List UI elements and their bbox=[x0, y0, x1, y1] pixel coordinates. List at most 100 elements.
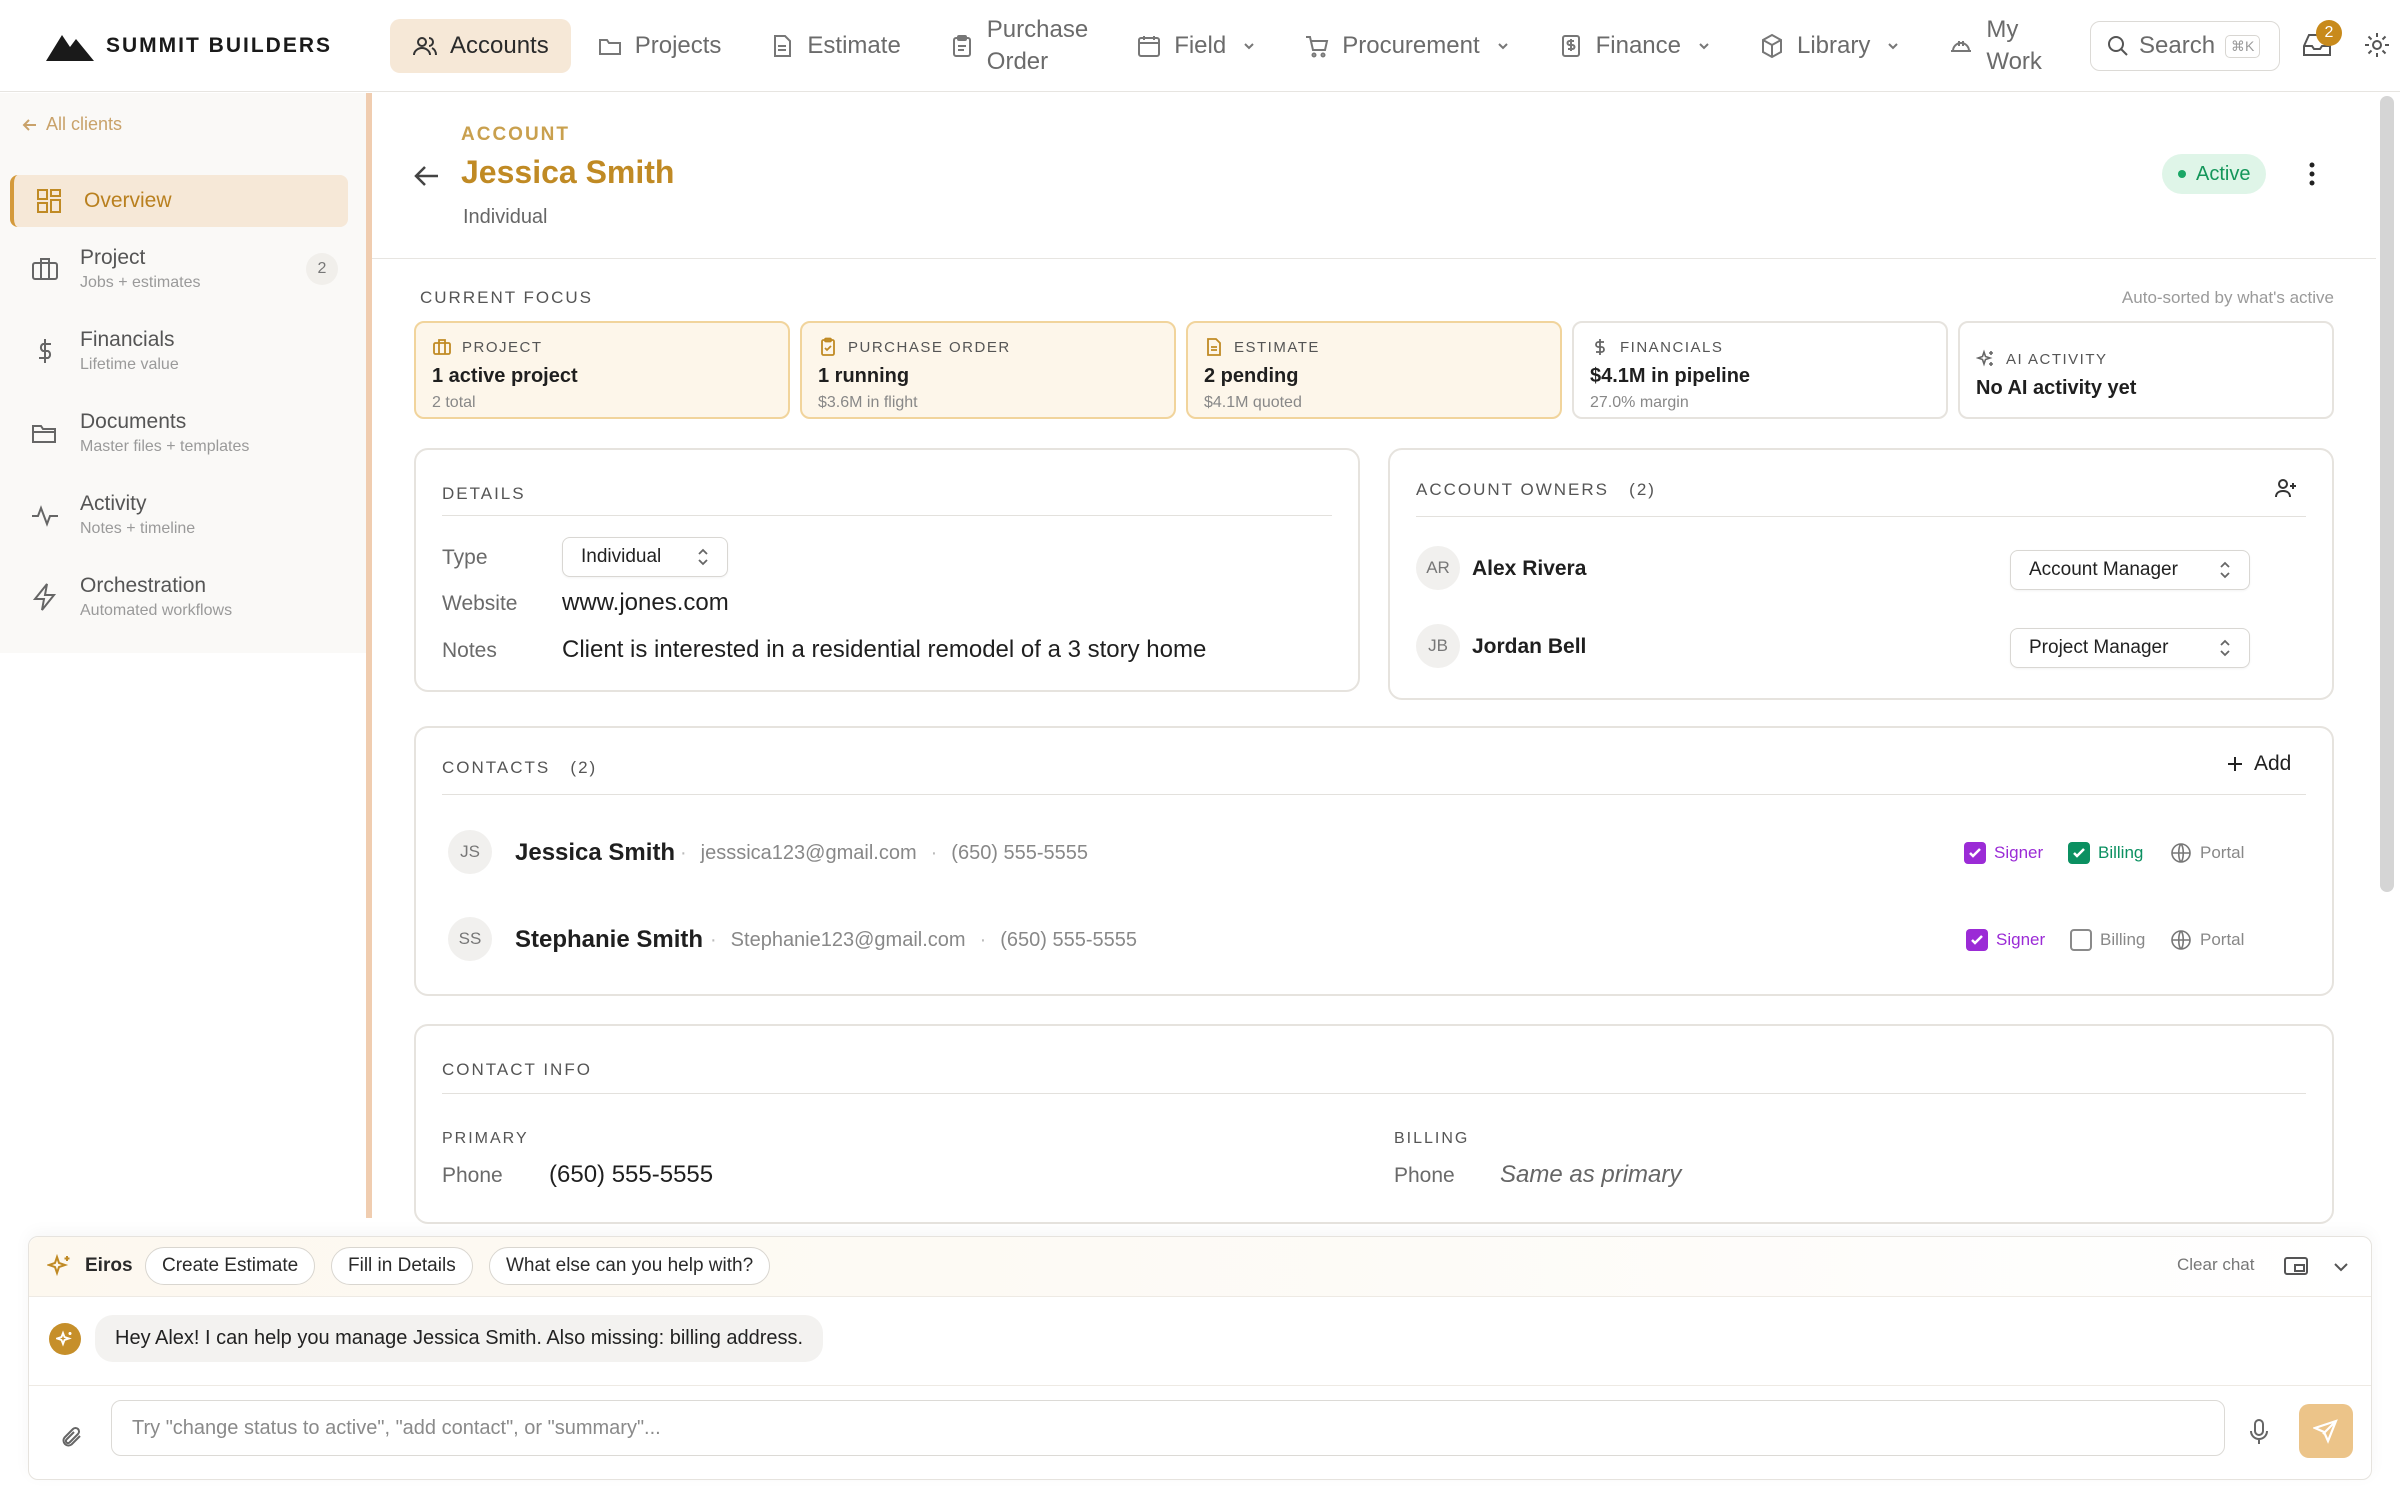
avatar: JB bbox=[1416, 624, 1460, 668]
contact-phone[interactable]: (650) 555-5555 bbox=[951, 842, 1088, 865]
sidebar-item-documents[interactable]: Documents Master files + templates bbox=[10, 410, 348, 456]
scrollbar-thumb[interactable] bbox=[2380, 96, 2394, 892]
focus-note: Auto-sorted by what's active bbox=[2121, 288, 2334, 307]
contact-email[interactable]: jesssica123@gmail.com bbox=[701, 842, 917, 865]
nav-procurement[interactable]: Procurement bbox=[1282, 19, 1531, 73]
focus-card-financials[interactable]: FINANCIALS $4.1M in pipeline 27.0% margi… bbox=[1572, 321, 1948, 419]
portal-label: Portal bbox=[2200, 843, 2245, 862]
current-focus-label: CURRENT FOCUS bbox=[420, 288, 594, 307]
search-button[interactable]: Search ⌘K bbox=[2090, 21, 2280, 71]
owner-role-value: Account Manager bbox=[2029, 559, 2178, 580]
contact-name[interactable]: Jessica Smith bbox=[515, 839, 675, 867]
add-user-icon[interactable] bbox=[2274, 476, 2298, 500]
chat-message: Hey Alex! I can help you manage Jessica … bbox=[49, 1315, 824, 1362]
portal-toggle[interactable]: Portal bbox=[2170, 929, 2244, 951]
contact-phone[interactable]: (650) 555-5555 bbox=[1000, 929, 1137, 952]
clipboard-check-icon bbox=[821, 337, 835, 356]
chevron-down-icon bbox=[1888, 42, 1899, 49]
sidebar-item-sublabel: Master files + templates bbox=[80, 438, 250, 455]
brand[interactable]: SUMMIT BUILDERS bbox=[0, 0, 390, 91]
chip-what-else[interactable]: What else can you help with? bbox=[489, 1247, 771, 1285]
owner-name: Jordan Bell bbox=[1472, 635, 1587, 658]
project-count-badge: 2 bbox=[306, 253, 338, 285]
chevron-up-down-icon bbox=[2220, 639, 2230, 657]
nav-projects-label: Projects bbox=[634, 31, 722, 59]
dollar-icon bbox=[1595, 339, 1605, 355]
billing-checkbox[interactable]: Billing bbox=[2070, 929, 2145, 951]
owner-role-value: Project Manager bbox=[2029, 637, 2169, 658]
status-badge[interactable]: Active bbox=[2162, 154, 2267, 194]
bolt-icon bbox=[32, 583, 57, 611]
billing-checkbox[interactable]: Billing bbox=[2068, 842, 2143, 864]
signer-checkbox[interactable]: Signer bbox=[1964, 842, 2043, 864]
sidebar-item-label: Orchestration bbox=[80, 574, 207, 597]
chevron-down-icon[interactable] bbox=[2331, 1257, 2351, 1277]
checkbox-unchecked-icon bbox=[2070, 929, 2092, 951]
type-select[interactable]: Individual bbox=[562, 537, 728, 577]
sidebar-item-orchestration[interactable]: Orchestration Automated workflows bbox=[10, 574, 348, 620]
sidebar-item-project[interactable]: Project Jobs + estimates 2 bbox=[10, 246, 348, 292]
chip-fill-details[interactable]: Fill in Details bbox=[331, 1247, 473, 1285]
chevron-up-down-icon bbox=[698, 548, 708, 566]
nav-estimate[interactable]: Estimate bbox=[747, 19, 922, 73]
window-toggle-icon[interactable] bbox=[2283, 1255, 2309, 1279]
clipboard-icon bbox=[952, 34, 971, 57]
nav-library[interactable]: Library bbox=[1737, 19, 1922, 73]
chat-input[interactable] bbox=[111, 1400, 2225, 1456]
assistant-avatar-icon bbox=[49, 1322, 81, 1355]
billing-section-label: BILLING bbox=[1394, 1130, 1470, 1147]
signer-label: Signer bbox=[1994, 843, 2044, 862]
folder-icon bbox=[598, 38, 621, 55]
clear-chat-button[interactable]: Clear chat bbox=[2177, 1255, 2254, 1275]
sidebar-item-overview[interactable]: Overview bbox=[10, 175, 348, 227]
nav-my-work[interactable]: My Work bbox=[1926, 16, 2064, 75]
owner-role-select[interactable]: Account Manager bbox=[2010, 550, 2250, 590]
nav-accounts[interactable]: Accounts bbox=[390, 18, 571, 73]
contact-info-label: CONTACT INFO bbox=[442, 1060, 592, 1079]
sidebar-item-activity[interactable]: Activity Notes + timeline bbox=[10, 492, 348, 538]
briefcase-icon bbox=[32, 258, 58, 280]
more-options-icon[interactable] bbox=[2300, 160, 2324, 188]
contact-email[interactable]: Stephanie123@gmail.com bbox=[731, 929, 966, 952]
calendar-icon bbox=[1138, 35, 1161, 57]
portal-toggle[interactable]: Portal bbox=[2170, 842, 2244, 864]
nav-finance[interactable]: Finance bbox=[1536, 19, 1733, 73]
microphone-icon[interactable] bbox=[2247, 1418, 2271, 1446]
assistant-name: Eiros bbox=[85, 1255, 133, 1276]
account-owners-count: (2) bbox=[1629, 480, 1656, 499]
account-eyebrow: ACCOUNT bbox=[461, 124, 570, 145]
nav-items: Accounts Projects Estimate Purchase Order… bbox=[390, 0, 2068, 91]
arrow-left-icon[interactable] bbox=[412, 162, 442, 190]
primary-phone-value[interactable]: (650) 555-5555 bbox=[549, 1161, 713, 1189]
focus-card-purchase-order[interactable]: PURCHASE ORDER 1 running $3.6M in flight bbox=[800, 321, 1176, 419]
divider bbox=[442, 515, 1332, 516]
website-value[interactable]: www.jones.com bbox=[562, 589, 729, 617]
nav-field[interactable]: Field bbox=[1114, 19, 1278, 73]
owner-role-select[interactable]: Project Manager bbox=[2010, 628, 2250, 668]
focus-card-sub: 2 total bbox=[432, 394, 476, 411]
focus-card-ai-activity[interactable]: AI ACTIVITY No AI activity yet bbox=[1958, 321, 2334, 419]
sidebar-item-financials[interactable]: Financials Lifetime value bbox=[10, 328, 348, 374]
owner-name: Alex Rivera bbox=[1472, 557, 1587, 580]
focus-card-project[interactable]: PROJECT 1 active project 2 total bbox=[414, 321, 790, 419]
signer-checkbox[interactable]: Signer bbox=[1966, 929, 2045, 951]
focus-card-estimate[interactable]: ESTIMATE 2 pending $4.1M quoted bbox=[1186, 321, 1562, 419]
add-contact-label: Add bbox=[2254, 752, 2292, 775]
contact-name[interactable]: Stephanie Smith bbox=[515, 926, 703, 954]
website-label: Website bbox=[442, 592, 518, 615]
paperclip-icon[interactable] bbox=[59, 1424, 85, 1450]
chat-input-row bbox=[29, 1385, 2371, 1481]
all-clients-link[interactable]: All clients bbox=[22, 114, 122, 135]
type-select-value: Individual bbox=[581, 546, 662, 567]
nav-projects[interactable]: Projects bbox=[575, 19, 744, 73]
chip-create-estimate[interactable]: Create Estimate bbox=[145, 1247, 316, 1285]
billing-phone-value[interactable]: Same as primary bbox=[1500, 1161, 1681, 1189]
gear-icon[interactable] bbox=[2362, 30, 2392, 60]
focus-card-head: PURCHASE ORDER bbox=[848, 338, 1011, 356]
chevron-down-icon bbox=[1699, 42, 1709, 49]
nav-purchase-order[interactable]: Purchase Order bbox=[927, 16, 1110, 75]
send-icon bbox=[2313, 1419, 2338, 1444]
send-button[interactable] bbox=[2299, 1404, 2353, 1458]
add-contact-button[interactable]: Add bbox=[2226, 752, 2291, 776]
notes-value[interactable]: Client is interested in a residential re… bbox=[562, 636, 1206, 664]
